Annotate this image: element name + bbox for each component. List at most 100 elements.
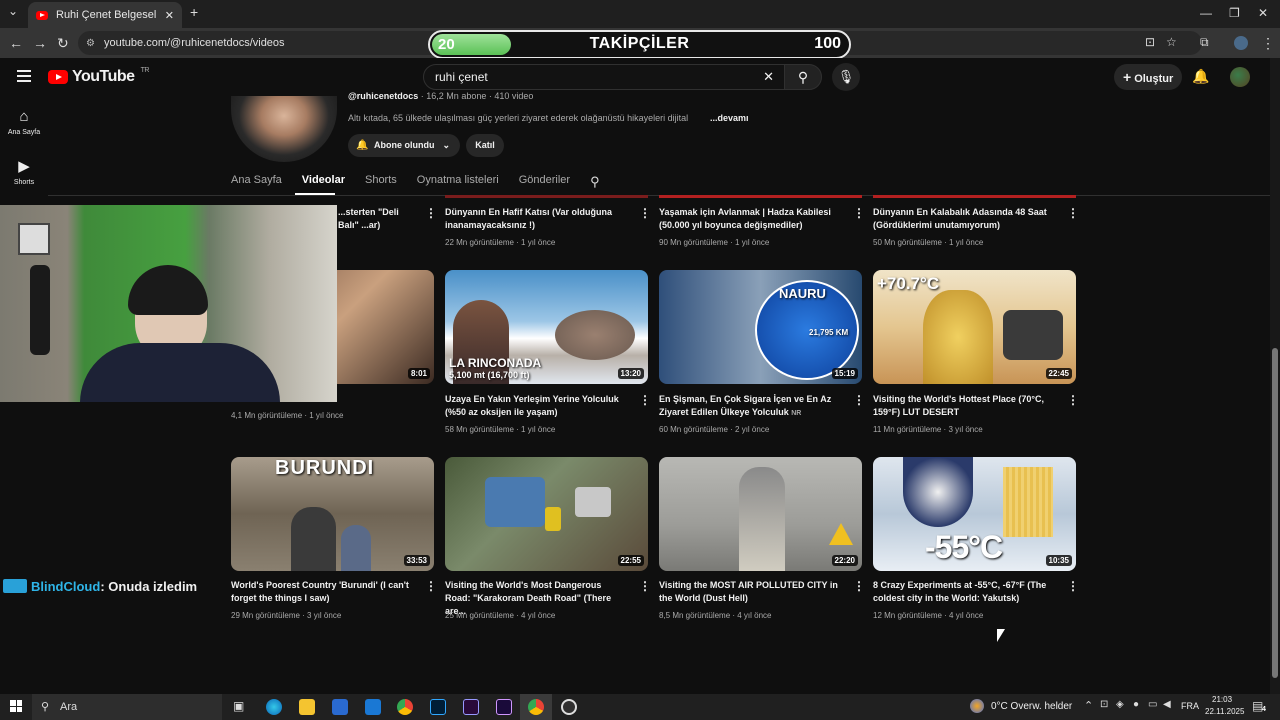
taskbar-search-box[interactable]: ⚲ Ara [32,694,222,720]
tab-shorts[interactable]: Shorts [365,174,397,190]
tab-videos[interactable]: Videolar [302,174,345,190]
video-title[interactable]: ...sterten "Deli Balı" ...ar) [338,206,413,232]
more-options-icon[interactable]: ⋮ [425,579,437,593]
search-input[interactable]: ruhi çenet ✕ [423,64,785,90]
chrome-icon[interactable] [397,699,413,715]
windows-start-icon[interactable] [10,700,22,712]
video-title[interactable]: Uzaya En Yakın Yerleşim Yerine Yolculuk … [445,393,625,419]
premiere-icon[interactable] [463,699,479,715]
microphone-icon: 🎙 [837,69,855,84]
video-thumbnail[interactable]: LA RINCONADA 5,100 mt (16,700 ft) 13:20 [445,270,648,384]
channel-description[interactable]: Altı kıtada, 65 ülkede ulaşılması güç ye… [348,113,688,123]
more-options-icon[interactable]: ⋮ [853,206,865,220]
minimize-icon[interactable]: — [1200,6,1212,20]
create-button[interactable]: + Oluştur [1114,64,1182,90]
more-options-icon[interactable]: ⋮ [853,579,865,593]
clock-date[interactable]: 22.11.2025 [1205,707,1244,716]
video-title[interactable]: Dünyanın En Kalabalık Adasında 48 Saat (… [873,206,1053,232]
profile-icon[interactable] [1234,36,1248,50]
more-options-icon[interactable]: ⋮ [639,393,651,407]
tray-app-icon[interactable]: ◈ [1116,699,1124,710]
video-title[interactable]: Yaşamak için Avlanmak | Hadza Kabilesi (… [659,206,839,232]
after-effects-icon[interactable] [496,699,512,715]
volume-icon[interactable]: ◀ [1163,699,1171,710]
tab-home[interactable]: Ana Sayfa [231,174,282,190]
join-button[interactable]: Katıl [466,134,504,157]
tab-search-icon[interactable]: ⌄ [8,4,18,18]
weather-text[interactable]: 0°C Overw. helder [991,701,1072,712]
video-title[interactable]: Visiting the World's Hottest Place (70°C… [873,393,1053,419]
chrome-active-icon[interactable] [528,699,544,715]
video-thumbnail[interactable]: 22:20 [659,457,862,571]
video-thumbnail[interactable]: BURUNDI 33:53 [231,457,434,571]
page-scrollbar[interactable] [1270,58,1280,694]
menu-icon[interactable] [17,70,31,85]
video-title[interactable]: Dünyanın En Hafif Katısı (Var olduğuna i… [445,206,625,232]
browser-tab[interactable]: Ruhi Çenet Belgeselleri - YouTube ✕ [28,2,182,28]
back-icon[interactable]: ← [9,35,23,51]
new-tab-icon[interactable]: + [190,4,198,20]
video-title[interactable]: World's Poorest Country 'Burundi' (I can… [231,579,411,605]
microphone-tray-icon[interactable]: ● [1133,699,1139,710]
close-tab-icon[interactable]: ✕ [165,9,174,22]
reload-icon[interactable]: ↻ [57,35,69,52]
more-options-icon[interactable]: ⋮ [639,579,651,593]
video-title[interactable]: 8 Crazy Experiments at -55°C, -67°F (The… [873,579,1053,605]
video-title[interactable]: En Şişman, En Çok Sigara İçen ve En Az Z… [659,393,839,420]
task-view-icon[interactable]: ▣ [233,699,244,713]
photoshop-icon[interactable] [430,699,446,715]
edge-icon[interactable] [266,699,282,715]
subscribed-button[interactable]: 🔔 Abone olundu ⌄ [348,134,460,157]
network-icon[interactable]: ▭ [1148,699,1157,710]
bookmark-star-icon[interactable]: ☆ [1166,35,1177,49]
file-explorer-icon[interactable] [299,699,315,715]
guide-item-shorts[interactable]: ▶ Shorts [0,157,48,186]
browser-menu-icon[interactable]: ⋮ [1261,35,1275,52]
chat-text: : Onuda izledim [100,579,198,594]
video-thumbnail[interactable]: -55°C 10:35 [873,457,1076,571]
channel-avatar[interactable] [231,96,337,162]
clock-time[interactable]: 21:03 [1212,695,1232,704]
video-thumbnail[interactable]: NAURU 21,795 KM 15:19 [659,270,862,384]
more-options-icon[interactable]: ⋮ [853,393,865,407]
store-icon[interactable] [332,699,348,715]
thumbnail-overlay-text: BURUNDI [275,457,375,479]
video-title[interactable]: Visiting the MOST AIR POLLUTED CITY in t… [659,579,839,605]
youtube-logo[interactable]: YouTube TR [48,67,149,86]
close-window-icon[interactable]: ✕ [1258,6,1268,20]
more-options-icon[interactable]: ⋮ [1067,206,1079,220]
video-thumbnail[interactable]: +70.7°C 22:45 [873,270,1076,384]
tab-posts[interactable]: Gönderiler [519,174,570,190]
notifications-bell-icon[interactable]: 🔔 [1192,68,1209,85]
more-options-icon[interactable]: ⋮ [425,206,437,220]
channel-search-icon[interactable]: ⚲ [590,174,600,190]
video-meta: 25 Mn görüntüleme · 4 yıl önce [445,611,556,620]
forward-icon[interactable]: → [33,35,47,51]
input-language[interactable]: FRA [1181,701,1199,711]
more-options-icon[interactable]: ⋮ [639,206,651,220]
tray-app-icon[interactable]: ⊡ [1100,699,1108,710]
restore-icon[interactable]: ❐ [1229,6,1240,20]
more-options-icon[interactable]: ⋮ [1067,579,1079,593]
obs-icon[interactable] [561,699,577,715]
guide-item-home[interactable]: ⌂ Ana Sayfa [0,108,48,136]
search-button[interactable]: ⚲ [784,64,822,90]
voice-search-button[interactable]: 🎙 [832,63,860,91]
description-more-link[interactable]: ...devamı [710,113,749,123]
scrollbar-thumb[interactable] [1272,348,1278,678]
account-avatar[interactable] [1230,67,1250,87]
video-thumbnail[interactable]: 22:55 [445,457,648,571]
weather-icon[interactable] [970,699,984,713]
install-app-icon[interactable]: ⊡ [1145,35,1155,49]
clear-search-icon[interactable]: ✕ [763,65,774,89]
video-duration: 33:53 [403,555,430,566]
guide-label-home: Ana Sayfa [7,129,41,136]
home-icon: ⌂ [19,108,29,125]
presenter-figure [291,507,336,571]
tab-playlists[interactable]: Oynatma listeleri [417,174,499,190]
site-info-icon[interactable]: ⚙ [86,38,95,49]
extensions-icon[interactable]: ⧉ [1200,35,1209,50]
mail-icon[interactable] [365,699,381,715]
more-options-icon[interactable]: ⋮ [1067,393,1079,407]
tray-chevron-icon[interactable]: ⌃ [1084,699,1093,712]
